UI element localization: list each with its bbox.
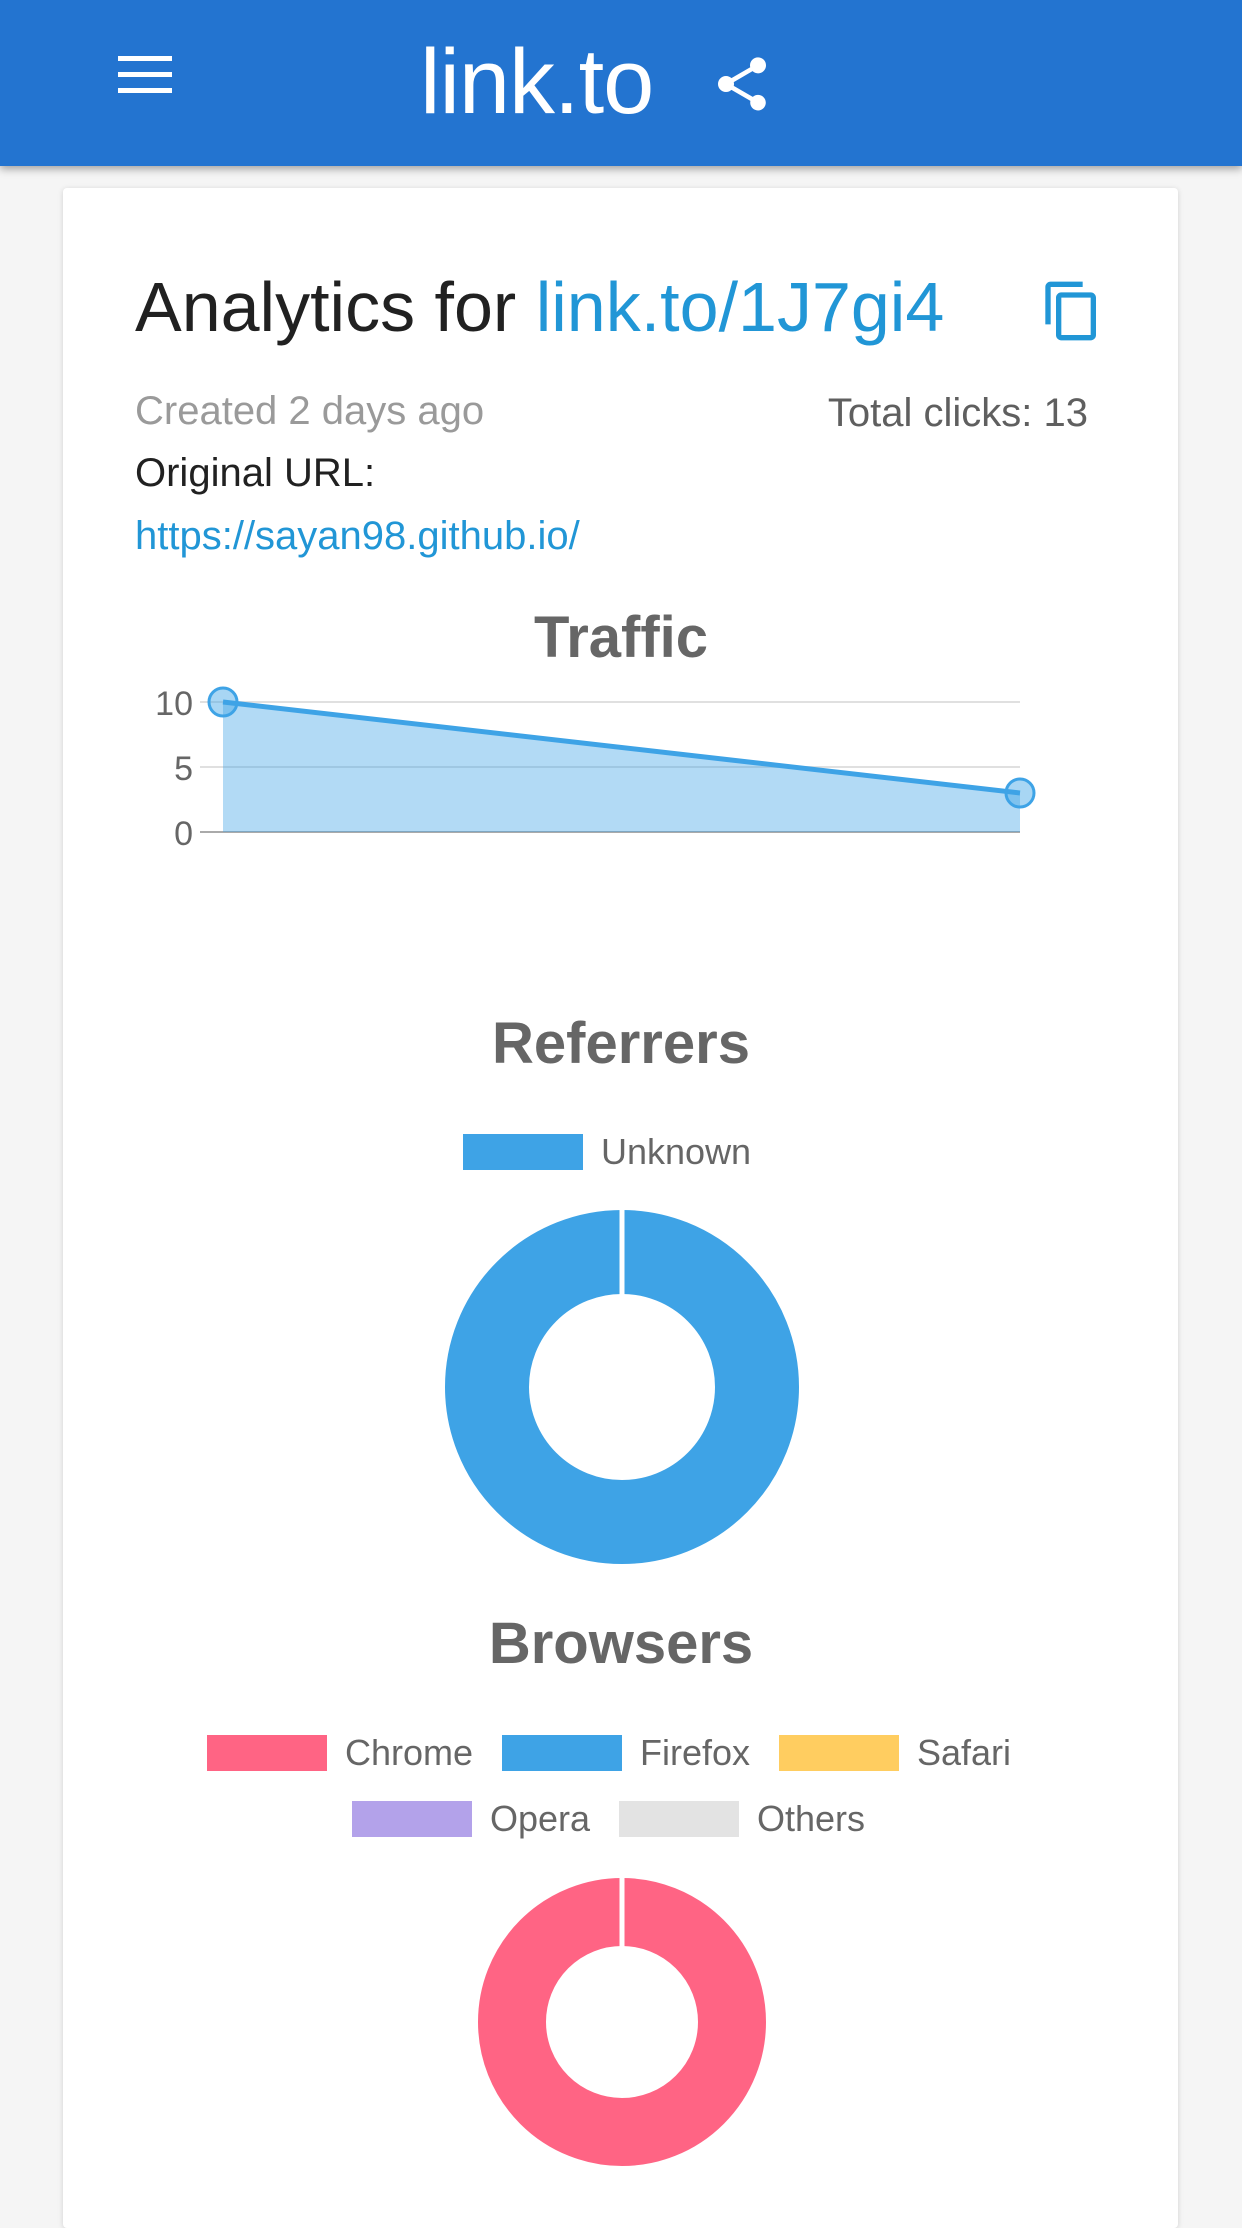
referrers-chart-title: Referrers <box>492 1011 750 1076</box>
browsers-donut-chart <box>478 1877 766 2166</box>
app-bar: link.to <box>0 0 1242 166</box>
legend-swatch <box>352 1801 472 1837</box>
legend-swatch <box>207 1735 327 1771</box>
legend-label: Opera <box>490 1798 591 1839</box>
legend-swatch <box>779 1735 899 1771</box>
heading-prefix: Analytics for <box>135 268 517 346</box>
legend-label: Safari <box>917 1732 1012 1773</box>
legend-label: Unknown <box>601 1131 752 1172</box>
share-button[interactable] <box>710 50 774 118</box>
browsers-chart-title: Browsers <box>488 1611 754 1676</box>
menu-button[interactable] <box>118 56 188 110</box>
menu-icon <box>118 56 188 93</box>
analytics-heading: Analytics for link.to/1J7gi4 <box>135 262 944 352</box>
legend-swatch <box>502 1735 622 1771</box>
total-clicks: Total clicks: 13 <box>827 391 1088 435</box>
legend-label: Others <box>757 1798 866 1839</box>
legend-swatch <box>619 1801 739 1837</box>
original-url-label: Original URL: <box>135 451 376 495</box>
traffic-point <box>207 686 239 718</box>
legend-label: Firefox <box>640 1732 751 1773</box>
short-link[interactable]: link.to/1J7gi4 <box>536 268 945 346</box>
y-tick-label: 5 <box>174 750 193 788</box>
referrers-donut-chart <box>445 1209 799 1564</box>
legend-label: Chrome <box>345 1732 474 1773</box>
traffic-point <box>1004 777 1036 809</box>
copy-button[interactable] <box>1040 275 1104 347</box>
original-url-link[interactable]: https://sayan98.github.io/ <box>135 513 580 559</box>
share-icon <box>718 57 766 111</box>
y-tick-label: 10 <box>155 685 193 723</box>
y-tick-label: 0 <box>174 815 193 853</box>
copy-icon <box>1045 281 1096 341</box>
created-date: Created 2 days ago <box>135 389 485 433</box>
app-title[interactable]: link.to <box>420 22 654 142</box>
legend-swatch <box>463 1134 583 1170</box>
traffic-chart: 0 5 10 <box>155 685 1036 853</box>
